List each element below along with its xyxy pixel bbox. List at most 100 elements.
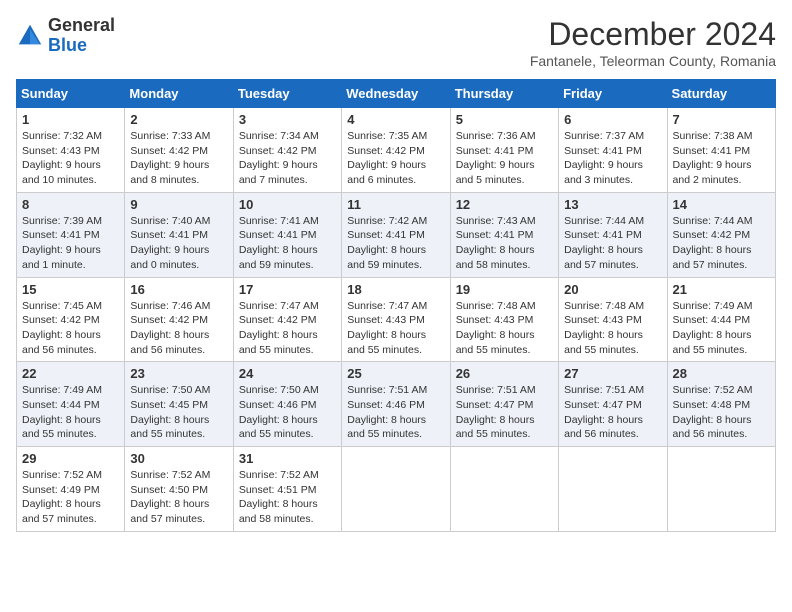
table-row: 6 Sunrise: 7:37 AM Sunset: 4:41 PM Dayli…: [559, 108, 667, 193]
table-row: 27 Sunrise: 7:51 AM Sunset: 4:47 PM Dayl…: [559, 362, 667, 447]
month-title: December 2024: [530, 16, 776, 53]
day-info: Sunrise: 7:50 AM Sunset: 4:46 PM Dayligh…: [239, 383, 336, 442]
table-row: 2 Sunrise: 7:33 AM Sunset: 4:42 PM Dayli…: [125, 108, 233, 193]
day-info: Sunrise: 7:51 AM Sunset: 4:47 PM Dayligh…: [456, 383, 553, 442]
table-row: 8 Sunrise: 7:39 AM Sunset: 4:41 PM Dayli…: [17, 192, 125, 277]
day-number: 8: [22, 197, 119, 212]
day-info: Sunrise: 7:51 AM Sunset: 4:46 PM Dayligh…: [347, 383, 444, 442]
table-row: 26 Sunrise: 7:51 AM Sunset: 4:47 PM Dayl…: [450, 362, 558, 447]
day-info: Sunrise: 7:48 AM Sunset: 4:43 PM Dayligh…: [456, 299, 553, 358]
week-row-3: 15 Sunrise: 7:45 AM Sunset: 4:42 PM Dayl…: [17, 277, 776, 362]
day-info: Sunrise: 7:40 AM Sunset: 4:41 PM Dayligh…: [130, 214, 227, 273]
table-row: 11 Sunrise: 7:42 AM Sunset: 4:41 PM Dayl…: [342, 192, 450, 277]
table-row: 23 Sunrise: 7:50 AM Sunset: 4:45 PM Dayl…: [125, 362, 233, 447]
col-monday: Monday: [125, 80, 233, 108]
day-info: Sunrise: 7:34 AM Sunset: 4:42 PM Dayligh…: [239, 129, 336, 188]
day-info: Sunrise: 7:52 AM Sunset: 4:48 PM Dayligh…: [673, 383, 770, 442]
week-row-2: 8 Sunrise: 7:39 AM Sunset: 4:41 PM Dayli…: [17, 192, 776, 277]
table-row: 19 Sunrise: 7:48 AM Sunset: 4:43 PM Dayl…: [450, 277, 558, 362]
day-number: 25: [347, 366, 444, 381]
day-number: 16: [130, 282, 227, 297]
day-number: 6: [564, 112, 661, 127]
col-wednesday: Wednesday: [342, 80, 450, 108]
table-row: 10 Sunrise: 7:41 AM Sunset: 4:41 PM Dayl…: [233, 192, 341, 277]
table-row: 13 Sunrise: 7:44 AM Sunset: 4:41 PM Dayl…: [559, 192, 667, 277]
table-row: 1 Sunrise: 7:32 AM Sunset: 4:43 PM Dayli…: [17, 108, 125, 193]
day-info: Sunrise: 7:51 AM Sunset: 4:47 PM Dayligh…: [564, 383, 661, 442]
day-info: Sunrise: 7:47 AM Sunset: 4:43 PM Dayligh…: [347, 299, 444, 358]
day-info: Sunrise: 7:49 AM Sunset: 4:44 PM Dayligh…: [22, 383, 119, 442]
column-headers: Sunday Monday Tuesday Wednesday Thursday…: [17, 80, 776, 108]
day-number: 3: [239, 112, 336, 127]
day-info: Sunrise: 7:48 AM Sunset: 4:43 PM Dayligh…: [564, 299, 661, 358]
day-number: 17: [239, 282, 336, 297]
table-row: 17 Sunrise: 7:47 AM Sunset: 4:42 PM Dayl…: [233, 277, 341, 362]
day-number: 12: [456, 197, 553, 212]
day-number: 29: [22, 451, 119, 466]
day-info: Sunrise: 7:39 AM Sunset: 4:41 PM Dayligh…: [22, 214, 119, 273]
header: General Blue December 2024 Fantanele, Te…: [16, 16, 776, 69]
week-row-4: 22 Sunrise: 7:49 AM Sunset: 4:44 PM Dayl…: [17, 362, 776, 447]
table-row: 31 Sunrise: 7:52 AM Sunset: 4:51 PM Dayl…: [233, 447, 341, 532]
day-number: 9: [130, 197, 227, 212]
week-row-5: 29 Sunrise: 7:52 AM Sunset: 4:49 PM Dayl…: [17, 447, 776, 532]
day-info: Sunrise: 7:37 AM Sunset: 4:41 PM Dayligh…: [564, 129, 661, 188]
table-row: 5 Sunrise: 7:36 AM Sunset: 4:41 PM Dayli…: [450, 108, 558, 193]
table-row: 28 Sunrise: 7:52 AM Sunset: 4:48 PM Dayl…: [667, 362, 775, 447]
day-number: 26: [456, 366, 553, 381]
table-row: 24 Sunrise: 7:50 AM Sunset: 4:46 PM Dayl…: [233, 362, 341, 447]
col-tuesday: Tuesday: [233, 80, 341, 108]
table-row: 3 Sunrise: 7:34 AM Sunset: 4:42 PM Dayli…: [233, 108, 341, 193]
week-row-1: 1 Sunrise: 7:32 AM Sunset: 4:43 PM Dayli…: [17, 108, 776, 193]
table-row: 16 Sunrise: 7:46 AM Sunset: 4:42 PM Dayl…: [125, 277, 233, 362]
col-saturday: Saturday: [667, 80, 775, 108]
day-info: Sunrise: 7:44 AM Sunset: 4:42 PM Dayligh…: [673, 214, 770, 273]
day-info: Sunrise: 7:36 AM Sunset: 4:41 PM Dayligh…: [456, 129, 553, 188]
table-row: 4 Sunrise: 7:35 AM Sunset: 4:42 PM Dayli…: [342, 108, 450, 193]
logo-general-text: General: [48, 15, 115, 35]
day-number: 23: [130, 366, 227, 381]
day-number: 28: [673, 366, 770, 381]
day-number: 4: [347, 112, 444, 127]
table-row: 30 Sunrise: 7:52 AM Sunset: 4:50 PM Dayl…: [125, 447, 233, 532]
day-number: 19: [456, 282, 553, 297]
day-info: Sunrise: 7:52 AM Sunset: 4:51 PM Dayligh…: [239, 468, 336, 527]
day-info: Sunrise: 7:44 AM Sunset: 4:41 PM Dayligh…: [564, 214, 661, 273]
title-area: December 2024 Fantanele, Teleorman Count…: [530, 16, 776, 69]
table-row: [559, 447, 667, 532]
day-number: 10: [239, 197, 336, 212]
logo: General Blue: [16, 16, 115, 56]
col-thursday: Thursday: [450, 80, 558, 108]
day-number: 18: [347, 282, 444, 297]
table-row: 18 Sunrise: 7:47 AM Sunset: 4:43 PM Dayl…: [342, 277, 450, 362]
day-info: Sunrise: 7:35 AM Sunset: 4:42 PM Dayligh…: [347, 129, 444, 188]
day-info: Sunrise: 7:50 AM Sunset: 4:45 PM Dayligh…: [130, 383, 227, 442]
col-friday: Friday: [559, 80, 667, 108]
location-title: Fantanele, Teleorman County, Romania: [530, 53, 776, 69]
table-row: [667, 447, 775, 532]
table-row: [450, 447, 558, 532]
day-info: Sunrise: 7:52 AM Sunset: 4:49 PM Dayligh…: [22, 468, 119, 527]
day-number: 30: [130, 451, 227, 466]
logo-icon: [16, 22, 44, 50]
day-number: 24: [239, 366, 336, 381]
day-info: Sunrise: 7:52 AM Sunset: 4:50 PM Dayligh…: [130, 468, 227, 527]
table-row: 25 Sunrise: 7:51 AM Sunset: 4:46 PM Dayl…: [342, 362, 450, 447]
day-number: 11: [347, 197, 444, 212]
day-number: 7: [673, 112, 770, 127]
table-row: 7 Sunrise: 7:38 AM Sunset: 4:41 PM Dayli…: [667, 108, 775, 193]
day-info: Sunrise: 7:47 AM Sunset: 4:42 PM Dayligh…: [239, 299, 336, 358]
table-row: [342, 447, 450, 532]
day-info: Sunrise: 7:43 AM Sunset: 4:41 PM Dayligh…: [456, 214, 553, 273]
table-row: 21 Sunrise: 7:49 AM Sunset: 4:44 PM Dayl…: [667, 277, 775, 362]
table-row: 9 Sunrise: 7:40 AM Sunset: 4:41 PM Dayli…: [125, 192, 233, 277]
day-number: 27: [564, 366, 661, 381]
table-row: 12 Sunrise: 7:43 AM Sunset: 4:41 PM Dayl…: [450, 192, 558, 277]
day-info: Sunrise: 7:38 AM Sunset: 4:41 PM Dayligh…: [673, 129, 770, 188]
day-number: 21: [673, 282, 770, 297]
day-number: 31: [239, 451, 336, 466]
day-number: 1: [22, 112, 119, 127]
day-info: Sunrise: 7:46 AM Sunset: 4:42 PM Dayligh…: [130, 299, 227, 358]
table-row: 22 Sunrise: 7:49 AM Sunset: 4:44 PM Dayl…: [17, 362, 125, 447]
logo-blue-text: Blue: [48, 35, 87, 55]
